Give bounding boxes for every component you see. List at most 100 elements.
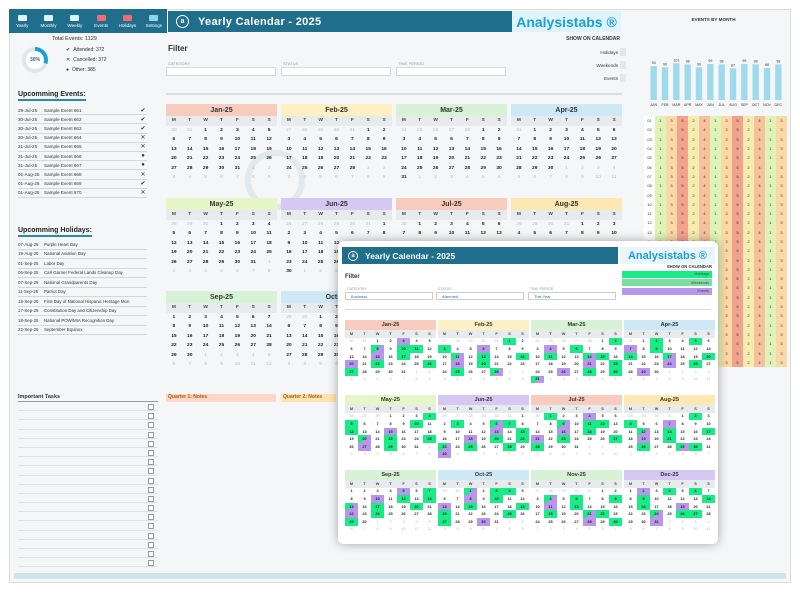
day-cell[interactable]: 3 (689, 518, 702, 526)
nav-events[interactable]: Events (88, 9, 114, 33)
day-cell[interactable]: 22 (596, 510, 609, 518)
day-cell[interactable]: 20 (245, 332, 261, 342)
day-cell[interactable]: 1 (360, 164, 376, 174)
day-cell[interactable]: 3 (650, 451, 663, 459)
day-cell[interactable]: 13 (444, 145, 460, 155)
day-cell[interactable]: 13 (329, 145, 345, 155)
day-cell[interactable]: 24 (559, 154, 575, 164)
day-cell[interactable]: 14 (531, 428, 544, 436)
day-cell[interactable]: 4 (358, 376, 371, 384)
day-cell[interactable]: 10 (444, 229, 460, 239)
day-cell[interactable]: 16 (516, 352, 529, 361)
day-cell[interactable]: 3 (689, 368, 702, 376)
day-cell[interactable]: 30 (477, 338, 490, 346)
day-cell[interactable]: 16 (376, 145, 392, 155)
day-cell[interactable]: 19 (689, 353, 702, 361)
day-cell[interactable]: 4 (624, 420, 637, 428)
day-cell[interactable]: 26 (423, 360, 436, 368)
day-cell[interactable]: 9 (281, 239, 297, 249)
day-cell[interactable]: 6 (345, 345, 358, 353)
day-cell[interactable]: 17 (451, 435, 464, 443)
day-cell[interactable]: 12 (557, 353, 570, 361)
day-cell[interactable]: 20 (570, 510, 583, 518)
day-cell[interactable]: 31 (360, 220, 376, 230)
day-cell[interactable]: 8 (544, 420, 557, 428)
day-cell[interactable]: 27 (245, 341, 261, 351)
day-cell[interactable]: 5 (261, 126, 277, 136)
day-cell[interactable]: 7 (245, 267, 261, 277)
day-cell[interactable]: 11 (297, 145, 313, 155)
day-cell[interactable]: 2 (574, 164, 590, 174)
day-cell[interactable]: 10 (531, 353, 544, 361)
day-cell[interactable]: 8 (503, 376, 516, 384)
day-cell[interactable]: 29 (182, 220, 198, 230)
day-cell[interactable]: 10 (689, 376, 702, 384)
day-cell[interactable]: 11 (459, 229, 475, 239)
day-cell[interactable]: 18 (544, 360, 557, 368)
day-cell[interactable]: 6 (490, 420, 503, 428)
day-cell[interactable]: 2 (491, 126, 507, 136)
day-cell[interactable]: 2 (516, 518, 529, 526)
day-cell[interactable]: 1 (412, 173, 428, 183)
day-cell[interactable]: 16 (491, 145, 507, 155)
day-cell[interactable]: 25 (663, 510, 676, 518)
day-cell[interactable]: 24 (438, 368, 451, 376)
day-cell[interactable]: 16 (397, 428, 410, 436)
day-cell[interactable]: 30 (297, 313, 313, 323)
day-cell[interactable]: 22 (516, 435, 529, 443)
task-row[interactable] (18, 521, 158, 531)
task-row[interactable] (18, 494, 158, 504)
day-cell[interactable]: 6 (229, 267, 245, 277)
day-cell[interactable]: 26 (464, 368, 477, 376)
day-cell[interactable]: 25 (544, 518, 557, 526)
day-cell[interactable]: 1 (345, 488, 358, 496)
day-cell[interactable]: 30 (371, 413, 384, 421)
day-cell[interactable]: 19 (557, 510, 570, 518)
day-cell[interactable]: 6 (214, 173, 230, 183)
day-cell[interactable]: 25 (297, 164, 313, 174)
day-cell[interactable]: 21 (702, 503, 715, 511)
day-cell[interactable]: 1 (624, 451, 637, 459)
day-cell[interactable]: 3 (531, 495, 544, 503)
day-cell[interactable]: 8 (527, 135, 543, 145)
day-cell[interactable]: 20 (358, 435, 371, 443)
day-cell[interactable]: 20 (650, 435, 663, 443)
day-cell[interactable]: 17 (531, 360, 544, 368)
day-cell[interactable]: 21 (451, 510, 464, 518)
day-cell[interactable]: 6 (329, 135, 345, 145)
day-cell[interactable]: 2 (281, 229, 297, 239)
day-cell[interactable]: 9 (214, 135, 230, 145)
day-cell[interactable]: 2 (384, 338, 397, 346)
day-cell[interactable]: 19 (423, 353, 436, 361)
day-cell[interactable]: 5 (516, 488, 529, 496)
day-cell[interactable]: 8 (574, 229, 590, 239)
day-cell[interactable]: 8 (596, 345, 609, 353)
day-cell[interactable]: 2 (637, 451, 650, 459)
day-cell[interactable]: 2 (464, 451, 477, 459)
day-cell[interactable]: 2 (376, 126, 392, 136)
day-cell[interactable]: 6 (477, 376, 490, 384)
day-cell[interactable]: 24 (397, 360, 410, 368)
day-cell[interactable]: 3 (229, 126, 245, 136)
day-cell[interactable]: 26 (229, 341, 245, 351)
day-cell[interactable]: 11 (245, 360, 261, 370)
day-cell[interactable]: 12 (423, 526, 436, 534)
day-cell[interactable]: 4 (606, 164, 622, 174)
day-cell[interactable]: 30 (609, 367, 622, 376)
day-cell[interactable]: 16 (358, 503, 371, 511)
day-cell[interactable]: 3 (281, 360, 297, 370)
day-cell[interactable]: 19 (590, 145, 606, 155)
day-cell[interactable]: 31 (583, 488, 596, 496)
day-cell[interactable]: 4 (451, 345, 464, 353)
day-cell[interactable]: 10 (397, 345, 410, 353)
day-cell[interactable]: 28 (503, 442, 516, 451)
day-cell[interactable]: 16 (214, 145, 230, 155)
day-cell[interactable]: 20 (570, 360, 583, 368)
day-cell[interactable]: 5 (624, 376, 637, 384)
day-cell[interactable]: 8 (360, 135, 376, 145)
day-cell[interactable]: 24 (531, 518, 544, 526)
day-cell[interactable]: 1 (531, 526, 544, 534)
day-cell[interactable]: 30 (637, 518, 650, 526)
day-cell[interactable]: 11 (702, 526, 715, 534)
day-cell[interactable]: 28 (344, 164, 360, 174)
